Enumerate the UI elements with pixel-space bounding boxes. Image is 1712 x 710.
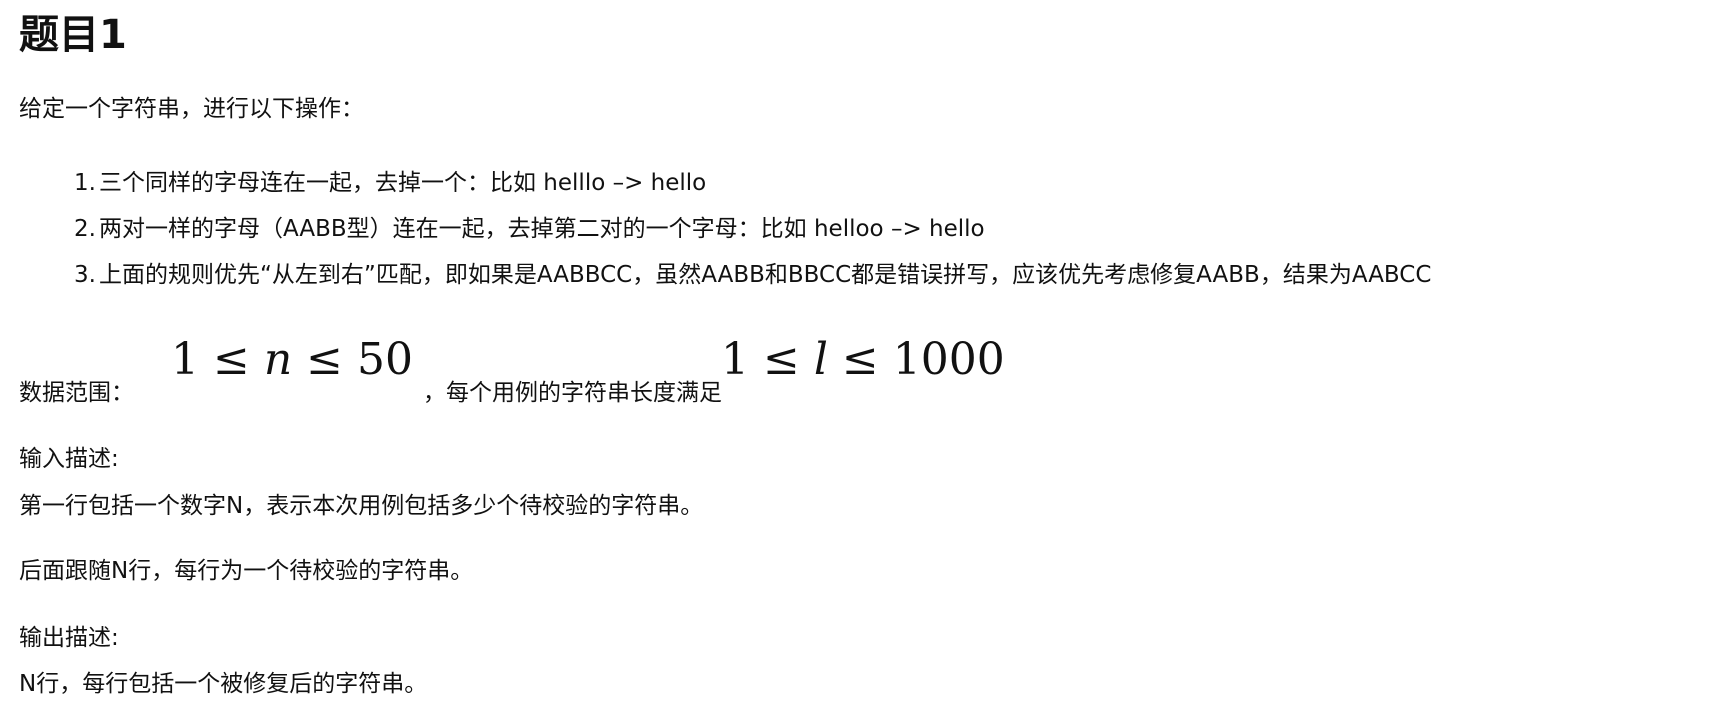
rule-text: 三个同样的字母连在一起，去掉一个：比如 helllo –> hello [99,170,707,196]
formula-variable-n: n [263,334,293,385]
problem-title: 题目1 [19,12,127,58]
data-range-label: 数据范围： [19,380,134,406]
rule-number: 2. [74,216,96,242]
data-range: 数据范围： 1 ≤ n ≤ 50 ，每个用例的字符串长度满足 1 ≤ l ≤ 1… [19,332,1119,412]
rule-item: 1. 三个同样的字母连在一起，去掉一个：比如 helllo –> hello [19,160,1431,206]
rule-number: 1. [74,170,96,196]
rule-text: 上面的规则优先“从左到右”匹配，即如果是AABBCC，虽然AABB和BBCC都是… [99,262,1432,288]
input-heading: 输入描述: [19,446,119,472]
data-range-middle-text: ，每个用例的字符串长度满足 [423,380,722,406]
formula-l-range: 1 ≤ l ≤ 1000 [721,332,1005,388]
problem-intro: 给定一个字符串，进行以下操作： [19,96,364,122]
output-description-line: N行，每行包括一个被修复后的字符串。 [19,671,428,697]
rule-number: 3. [74,262,96,288]
input-description-line: 后面跟随N行，每行为一个待校验的字符串。 [19,558,474,584]
output-heading: 输出描述: [19,625,119,651]
rule-item: 2. 两对一样的字母（AABB型）连在一起，去掉第二对的一个字母：比如 hell… [19,206,1431,252]
formula-variable-l: l [813,334,828,385]
rules-list: 1. 三个同样的字母连在一起，去掉一个：比如 helllo –> hello 2… [19,160,1431,298]
rule-text: 两对一样的字母（AABB型）连在一起，去掉第二对的一个字母：比如 helloo … [99,216,985,242]
formula-part: ≤ 50 [292,334,414,385]
formula-part: 1 ≤ [721,334,814,385]
formula-part: 1 ≤ [171,334,264,385]
rule-item: 3. 上面的规则优先“从左到右”匹配，即如果是AABBCC，虽然AABB和BBC… [19,252,1431,298]
input-description-line: 第一行包括一个数字N，表示本次用例包括多少个待校验的字符串。 [19,493,704,519]
formula-part: ≤ 1000 [827,334,1005,385]
formula-n-range: 1 ≤ n ≤ 50 [171,332,413,388]
